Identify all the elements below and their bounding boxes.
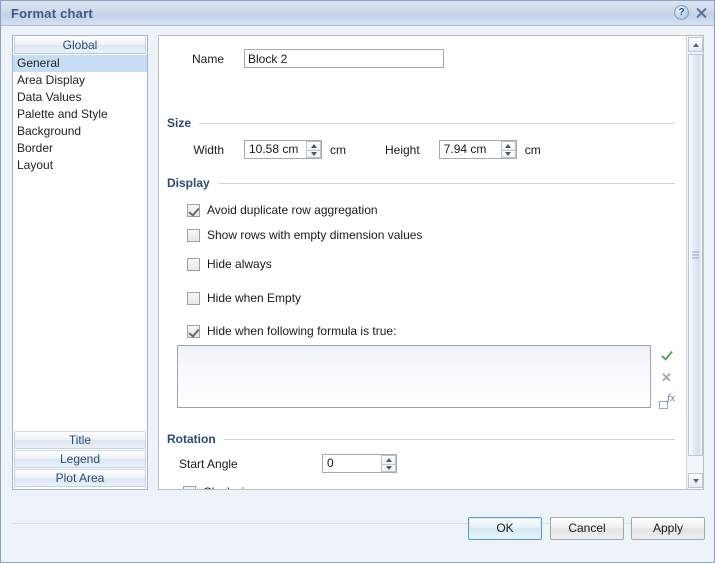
size-section-label: Size [167,116,192,130]
start-angle-value[interactable]: 0 [323,455,380,472]
show-rows-empty-dimension-values-row[interactable]: Show rows with empty dimension values [187,228,422,242]
dialog-titlebar: Format chart ? [1,1,714,26]
dialog-body: Global General Area Display Data Values … [1,26,714,562]
hide-when-formula-true-row[interactable]: Hide when following formula is true: [187,324,396,338]
sidebar-item-layout[interactable]: Layout [13,157,147,174]
sidebar-item-border[interactable]: Border [13,140,147,157]
height-unit-label: cm [524,142,541,157]
height-decrement-button[interactable] [500,149,516,158]
display-section-rule [217,182,675,184]
clockwise-row[interactable]: Clockwise [183,485,257,489]
width-stepper[interactable]: 10.58 cm [244,140,322,159]
dialog-footer: OK Cancel Apply [1,500,714,562]
hide-always-checkbox[interactable] [187,257,200,271]
height-value[interactable]: 7.94 cm [440,141,500,158]
width-increment-button[interactable] [306,141,321,150]
titlebar-icon-group: ? [674,5,709,20]
scroll-up-button[interactable] [688,37,703,52]
scrollbar-grip-icon [692,251,699,259]
rotation-section-label: Rotation [167,432,216,446]
name-input[interactable]: Block 2 [244,49,444,68]
name-label: Name [191,51,224,66]
height-stepper-buttons[interactable] [499,141,516,158]
sidebar-list: General Area Display Data Values Palette… [13,54,147,431]
show-rows-empty-dimension-values-checkbox[interactable] [187,228,200,242]
scroll-down-button[interactable] [688,473,703,488]
width-value[interactable]: 10.58 cm [245,141,305,158]
sidebar-bottom-buttons: Title Legend Plot Area [13,431,147,489]
sidebar-item-palette-and-style[interactable]: Palette and Style [13,106,147,123]
hide-when-empty-label: Hide when Empty [207,291,302,305]
apply-button[interactable]: Apply [631,517,705,540]
sidebar-item-data-values[interactable]: Data Values [13,89,147,106]
rotation-section-header: Rotation [167,432,675,446]
hide-when-formula-true-label: Hide when following formula is true: [207,324,397,338]
hide-when-empty-row[interactable]: Hide when Empty [187,291,301,305]
hide-when-empty-checkbox[interactable] [187,291,200,305]
sidebar: Global General Area Display Data Values … [12,35,148,490]
avoid-duplicate-row-aggregation-checkbox[interactable] [187,203,200,217]
width-stepper-buttons[interactable] [305,141,321,158]
scrollbar-thumb[interactable] [688,54,703,456]
dialog-title: Format chart [11,5,93,21]
formula-input[interactable] [177,345,651,408]
sidebar-item-background[interactable]: Background [13,123,147,140]
sidebar-legend-button[interactable]: Legend [14,450,146,468]
sidebar-title-button[interactable]: Title [14,431,146,449]
display-section-header: Display [167,176,675,190]
hide-always-label: Hide always [207,257,272,271]
ok-button[interactable]: OK [468,517,542,540]
start-angle-stepper-buttons[interactable] [380,455,396,472]
help-icon[interactable]: ? [674,5,689,20]
sidebar-item-general[interactable]: General [13,55,147,72]
start-angle-row: Start Angle 0 [159,454,686,473]
name-row: Name Block 2 [159,49,686,68]
start-angle-decrement-button[interactable] [381,463,396,472]
width-decrement-button[interactable] [306,149,321,158]
clockwise-checkbox[interactable] [183,485,196,489]
clockwise-label: Clockwise [203,485,257,489]
show-rows-empty-dimension-values-label: Show rows with empty dimension values [207,228,423,242]
formula-editor-icon[interactable]: fx [659,393,675,409]
width-unit-label: cm [330,142,346,157]
formula-action-icons: ✕ fx [659,348,675,409]
close-icon[interactable] [694,5,709,20]
avoid-duplicate-row-aggregation-label: Avoid duplicate row aggregation [207,203,378,217]
hide-always-row[interactable]: Hide always [187,257,272,271]
start-angle-label: Start Angle [179,456,238,471]
start-angle-stepper[interactable]: 0 [322,454,397,473]
settings-scroll-content: Name Block 2 Size Width 10.58 cm cm Heig… [159,36,686,489]
avoid-duplicate-row-aggregation-row[interactable]: Avoid duplicate row aggregation [187,203,378,217]
start-angle-increment-button[interactable] [381,455,396,464]
size-row: Width 10.58 cm cm Height 7.94 cm cm [159,140,686,159]
sidebar-plot-area-button[interactable]: Plot Area [14,469,146,487]
hide-when-formula-true-checkbox[interactable] [187,324,200,338]
sidebar-global-button[interactable]: Global [14,37,146,54]
size-section-header: Size [167,116,675,130]
settings-vertical-scrollbar[interactable] [686,36,703,489]
height-stepper[interactable]: 7.94 cm [438,140,517,159]
height-increment-button[interactable] [500,141,516,150]
rotation-section-rule [223,438,675,440]
format-chart-dialog: Format chart ? Global General Area Displ… [0,0,715,563]
width-label: Width [193,142,224,157]
size-section-rule [199,122,675,124]
height-label: Height [385,142,420,157]
accept-icon[interactable] [660,348,674,362]
sidebar-item-area-display[interactable]: Area Display [13,72,147,89]
cancel-button[interactable]: Cancel [550,517,624,540]
settings-panel: Name Block 2 Size Width 10.58 cm cm Heig… [158,35,704,490]
display-section-label: Display [167,176,210,190]
cancel-icon[interactable]: ✕ [660,371,674,385]
